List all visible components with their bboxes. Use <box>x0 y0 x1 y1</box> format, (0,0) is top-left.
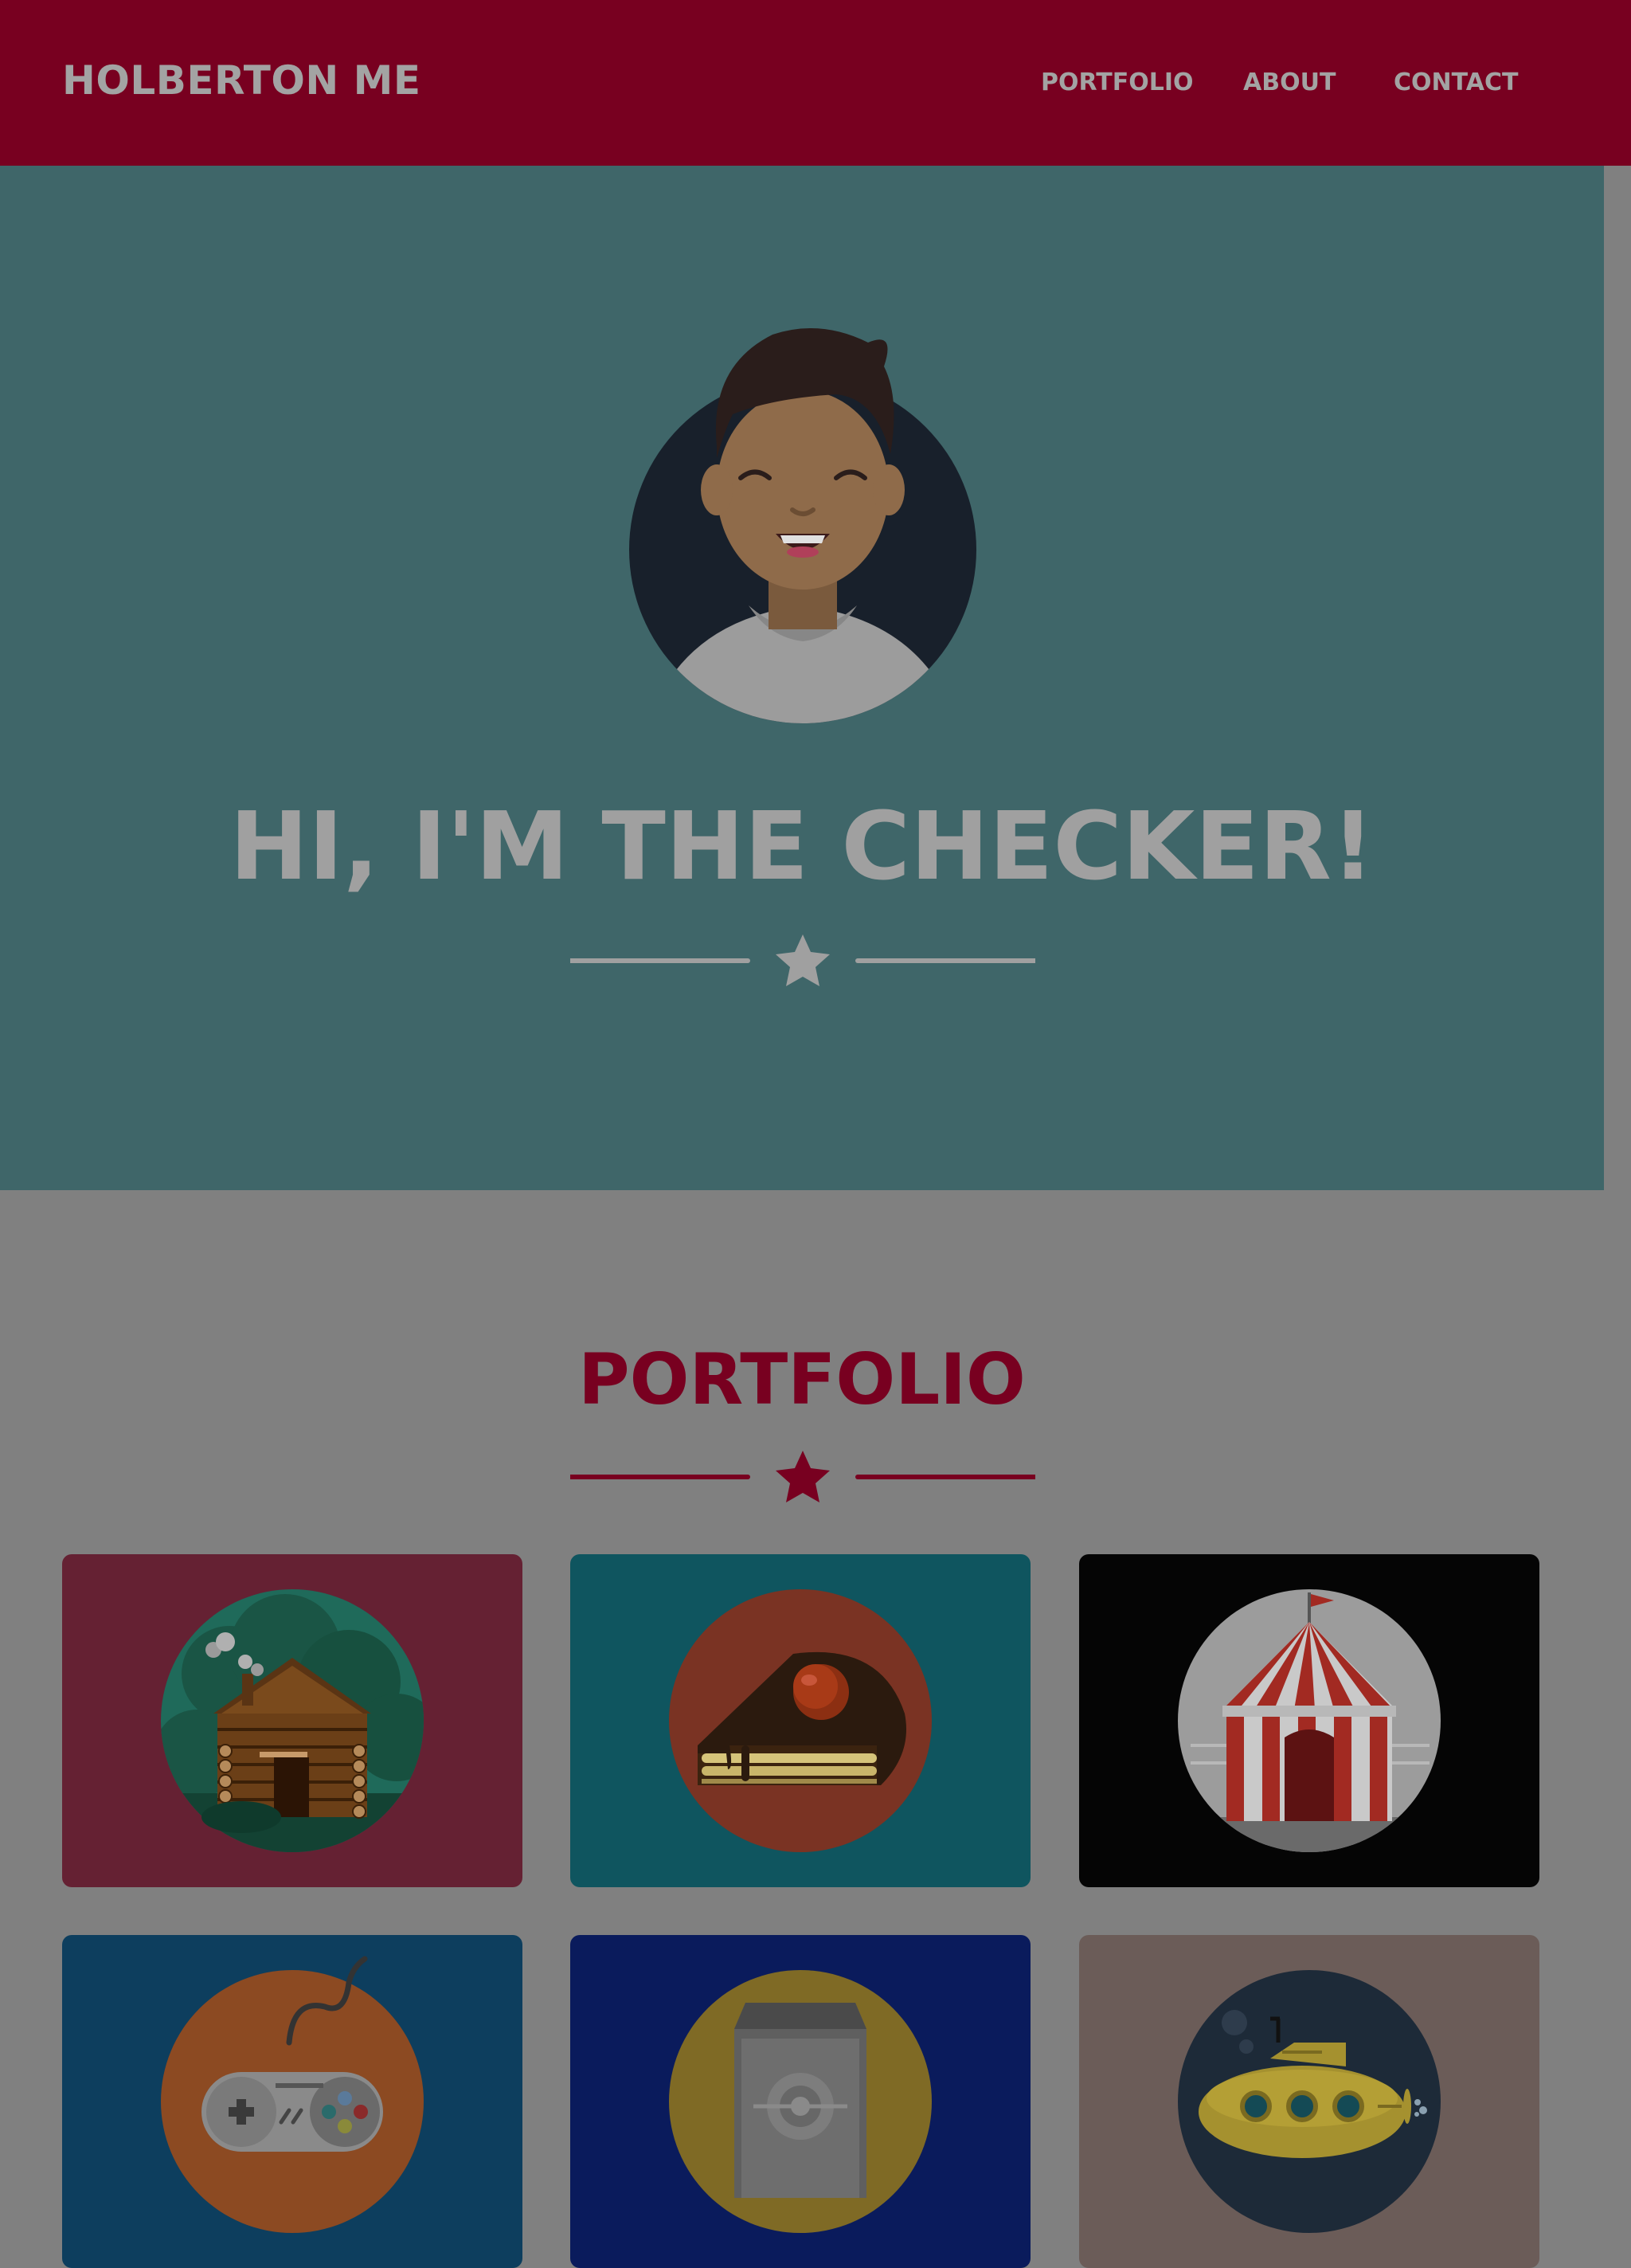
hero-divider <box>570 934 1035 986</box>
circus-tent-icon <box>1178 1589 1441 1852</box>
hero-title: HI, I'M THE CHECKER! <box>229 791 1375 901</box>
star-icon <box>776 934 830 986</box>
nav-link-about[interactable]: ABOUT <box>1243 69 1336 96</box>
avatar-icon <box>629 328 976 723</box>
log-cabin-icon <box>161 1589 424 1852</box>
nav-link-portfolio[interactable]: PORTFOLIO <box>1041 69 1193 96</box>
portfolio-title: PORTFOLIO <box>578 1338 1026 1420</box>
navbar: HOLBERTON ME PORTFOLIO ABOUT CONTACT <box>0 0 1631 166</box>
scrollbar-track[interactable] <box>1604 166 1631 1190</box>
portfolio-divider <box>570 1451 1035 1502</box>
portfolio-item-circus[interactable] <box>1079 1554 1539 1887</box>
game-controller-icon <box>161 1956 424 2233</box>
portfolio-item-controller[interactable] <box>62 1935 522 2268</box>
portfolio-item-submarine[interactable] <box>1079 1935 1539 2268</box>
portfolio-item-cabin[interactable] <box>62 1554 522 1887</box>
submarine-icon <box>1178 1970 1441 2233</box>
portfolio-item-safe[interactable] <box>570 1935 1031 2268</box>
brand-logo[interactable]: HOLBERTON ME <box>62 57 421 104</box>
nav-link-contact[interactable]: CONTACT <box>1394 69 1518 96</box>
star-icon <box>776 1451 830 1502</box>
cake-slice-icon <box>669 1589 932 1852</box>
portfolio-item-cake[interactable] <box>570 1554 1031 1887</box>
safe-icon <box>669 1970 932 2233</box>
